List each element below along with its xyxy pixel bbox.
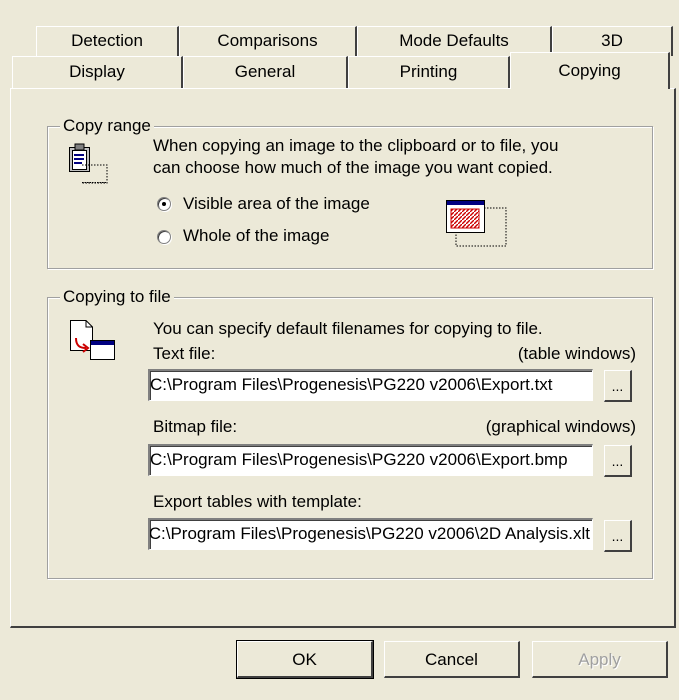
whole-image-radio[interactable] [157, 230, 171, 244]
tab-printing[interactable]: Printing [348, 56, 510, 88]
tab-copying[interactable]: Copying [510, 52, 670, 89]
bitmap-file-field[interactable]: C:\Program Files\Progenesis\PG220 v2006\… [148, 444, 593, 476]
tab-comparisons[interactable]: Comparisons [179, 26, 357, 56]
copying-to-file-description: You can specify default filenames for co… [153, 319, 543, 338]
tab-detection[interactable]: Detection [36, 26, 179, 56]
copying-to-file-group: Copying to file You can specify default … [47, 287, 653, 579]
tab-display[interactable]: Display [12, 56, 183, 88]
template-file-field[interactable]: C:\Program Files\Progenesis\PG220 v2006\… [148, 518, 593, 550]
whole-image-label[interactable]: Whole of the image [183, 225, 329, 247]
text-file-hint: (table windows) [517, 344, 636, 363]
copy-range-description-line1: When copying an image to the clipboard o… [153, 136, 559, 155]
apply-button[interactable]: Apply [532, 641, 668, 678]
tab-general[interactable]: General [183, 56, 348, 88]
template-file-browse-button[interactable]: ... [604, 520, 632, 552]
copying-to-file-title: Copying to file [60, 287, 174, 307]
text-file-value: C:\Program Files\Progenesis\PG220 v2006\… [150, 375, 553, 394]
bitmap-file-label: Bitmap file: [153, 417, 238, 436]
bitmap-file-browse-button[interactable]: ... [604, 445, 632, 477]
copy-range-description-line2: can choose how much of the image you wan… [153, 158, 553, 177]
cancel-button[interactable]: Cancel [384, 641, 520, 678]
text-file-label: Text file: [153, 344, 216, 363]
template-file-value: C:\Program Files\Progenesis\PG220 v2006\… [148, 524, 590, 543]
image-area-icon [446, 200, 507, 247]
copy-range-group: Copy range When copying an image to the … [47, 116, 653, 269]
bitmap-file-value: C:\Program Files\Progenesis\PG220 v2006\… [150, 450, 568, 469]
file-export-icon [70, 320, 115, 360]
template-file-label: Export tables with template: [153, 492, 362, 511]
visible-area-radio[interactable] [157, 197, 171, 211]
clipboard-icon [69, 143, 108, 184]
text-file-browse-button[interactable]: ... [604, 370, 632, 402]
copy-range-title: Copy range [60, 116, 154, 136]
bitmap-file-hint: (graphical windows) [485, 417, 636, 436]
copying-options-dialog: Detection Comparisons Mode Defaults 3D D… [0, 0, 679, 700]
tab-pane-copying: Copy range When copying an image to the … [10, 88, 676, 628]
radio-selected-dot [162, 202, 166, 206]
text-file-field[interactable]: C:\Program Files\Progenesis\PG220 v2006\… [148, 369, 593, 401]
visible-area-label[interactable]: Visible area of the image [183, 193, 370, 215]
ok-button[interactable]: OK [236, 640, 374, 679]
